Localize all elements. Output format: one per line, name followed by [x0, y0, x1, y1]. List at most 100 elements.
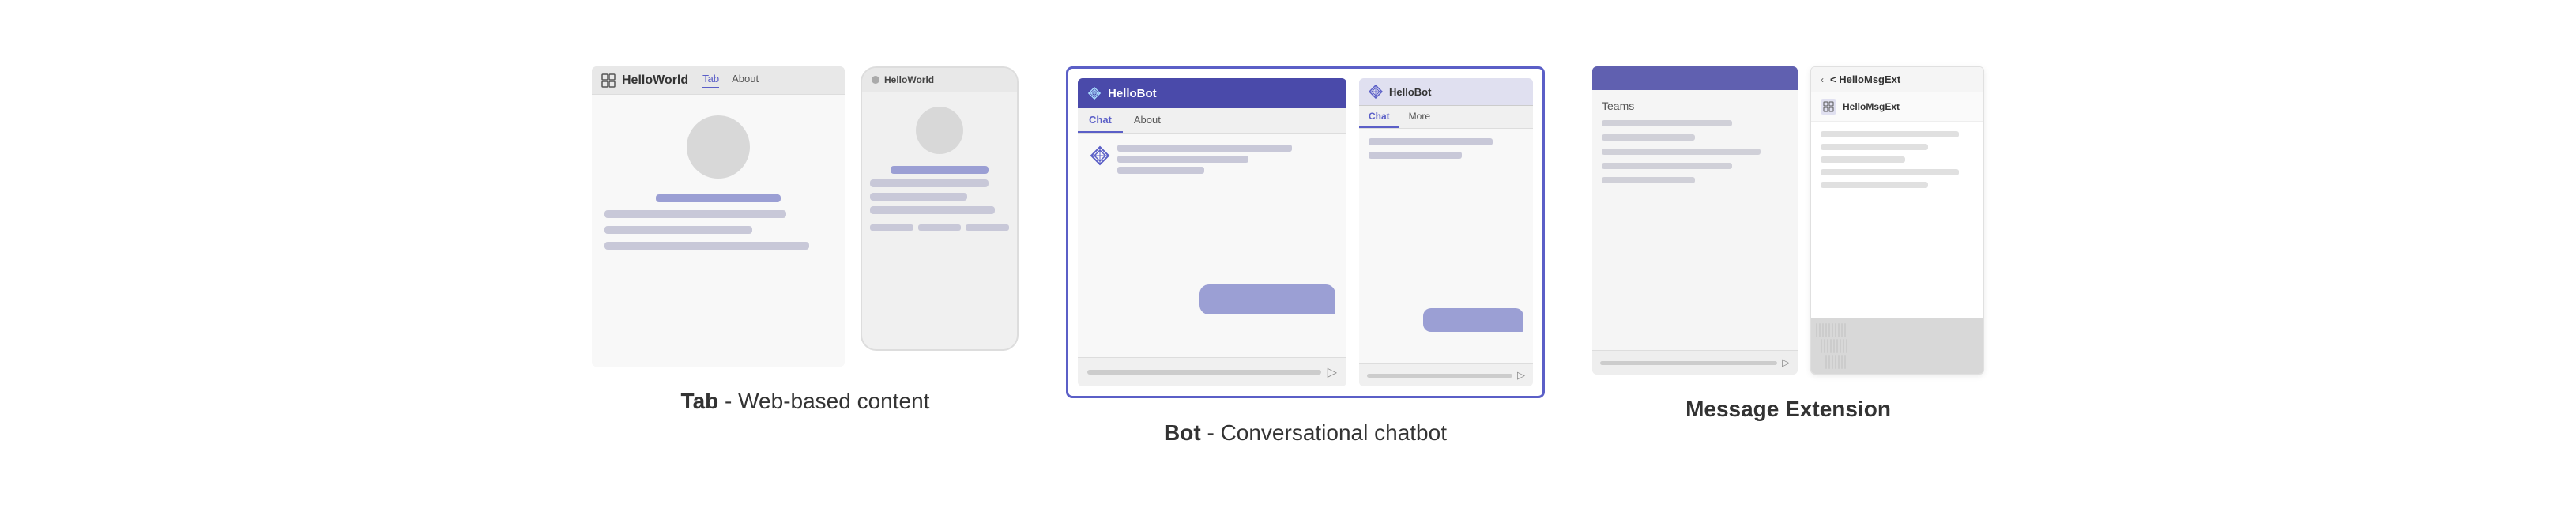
- bot-phone-window: HelloBot Chat More ▷: [1359, 78, 1533, 386]
- key-m[interactable]: [1844, 355, 1846, 369]
- tab-nav-tab-about[interactable]: About: [732, 73, 759, 88]
- teams-body: Teams: [1592, 90, 1798, 350]
- bot-message-1: [1089, 145, 1335, 174]
- teams-bar-5: [1602, 177, 1695, 183]
- bot-input-row: ▷: [1078, 357, 1346, 386]
- key-l[interactable]: [1846, 339, 1847, 353]
- msgext-section: Teams ▷ ‹ < HelloMsgExt: [1592, 66, 1984, 422]
- tab-phone-footer-bar-1: [870, 224, 913, 231]
- msgext-popup: ‹ < HelloMsgExt HelloMsgExt: [1810, 66, 1984, 375]
- tab-app-title: HelloWorld: [622, 73, 688, 88]
- keyboard-row-3: [1816, 355, 1979, 369]
- msgext-popup-subheader: HelloMsgExt: [1811, 92, 1983, 122]
- keyboard-row-1: [1816, 323, 1979, 337]
- teams-bar-3: [1602, 149, 1761, 155]
- key-u[interactable]: [1835, 323, 1836, 337]
- key-o[interactable]: [1841, 323, 1843, 337]
- bot-phone-send-icon[interactable]: ▷: [1517, 369, 1525, 382]
- key-q[interactable]: [1816, 323, 1817, 337]
- send-icon[interactable]: ▷: [1328, 364, 1337, 380]
- bot-msg-bubble-1: [1117, 145, 1335, 174]
- bot-phone-body: [1359, 129, 1533, 363]
- key-b[interactable]: [1838, 355, 1840, 369]
- tab-placeholder-bar-1: [656, 194, 781, 202]
- msgext-label-bold: Message Extension: [1685, 397, 1891, 421]
- tab-app-icon: [601, 73, 616, 88]
- bot-tab-chat[interactable]: Chat: [1078, 108, 1123, 133]
- bot-user-bubble: [1199, 284, 1335, 314]
- key-h[interactable]: [1836, 339, 1838, 353]
- tab-phone-body: [862, 92, 1017, 349]
- key-w[interactable]: [1819, 323, 1821, 337]
- teams-bar-4: [1602, 163, 1732, 169]
- key-s[interactable]: [1824, 339, 1825, 353]
- msgext-sub-icon: [1821, 99, 1836, 115]
- bot-label-bold: Bot: [1164, 420, 1201, 445]
- bot-phone-tab-more[interactable]: More: [1399, 106, 1440, 128]
- bot-app-icon: [1087, 86, 1102, 100]
- tab-label: Tab - Web-based content: [681, 389, 930, 414]
- bot-titlebar: HelloBot: [1078, 78, 1346, 108]
- msgext-bar-2: [1821, 144, 1928, 150]
- tab-phone-bar-1: [870, 179, 989, 187]
- key-j[interactable]: [1840, 339, 1841, 353]
- bot-phone-bar-1: [1369, 138, 1493, 145]
- bot-app-title: HelloBot: [1108, 87, 1157, 100]
- teams-sidebar-label: Teams: [1602, 100, 1788, 112]
- key-a[interactable]: [1821, 339, 1822, 353]
- tab-windows: HelloWorld Tab About: [592, 66, 1019, 367]
- key-t[interactable]: [1828, 323, 1830, 337]
- teams-bar-1: [1602, 120, 1732, 126]
- key-x[interactable]: [1828, 355, 1830, 369]
- teams-bar-2: [1602, 134, 1695, 141]
- bot-desktop-window: HelloBot Chat About: [1078, 78, 1346, 386]
- msgext-keyboard: [1811, 318, 1983, 374]
- keyboard-row-2: [1816, 339, 1979, 353]
- bot-avatar: [1089, 145, 1111, 167]
- tab-nav-tabs: Tab About: [702, 73, 759, 88]
- tab-placeholder-bar-3: [604, 226, 752, 234]
- msgext-bar-3: [1821, 156, 1905, 163]
- bot-phone-tab-chat[interactable]: Chat: [1359, 106, 1399, 128]
- bot-phone-titlebar: HelloBot: [1359, 78, 1533, 106]
- back-icon[interactable]: ‹: [1821, 74, 1824, 85]
- msgext-bar-4: [1821, 169, 1959, 175]
- bot-input-bar[interactable]: [1087, 370, 1321, 375]
- tab-phone-titlebar: HelloWorld: [862, 68, 1017, 92]
- tab-placeholder-bar-4: [604, 242, 809, 250]
- tab-desktop-window: HelloWorld Tab About: [592, 66, 845, 367]
- key-k[interactable]: [1843, 339, 1844, 353]
- main-container: HelloWorld Tab About: [0, 51, 2576, 461]
- key-d[interactable]: [1827, 339, 1828, 353]
- key-e[interactable]: [1822, 323, 1824, 337]
- key-r[interactable]: [1825, 323, 1827, 337]
- key-c[interactable]: [1832, 355, 1833, 369]
- tab-section: HelloWorld Tab About: [592, 66, 1019, 414]
- key-y[interactable]: [1832, 323, 1833, 337]
- key-i[interactable]: [1838, 323, 1840, 337]
- msgext-sub-title: HelloMsgExt: [1843, 101, 1900, 112]
- bot-phone-spacer-2: [1369, 338, 1523, 354]
- tab-nav-tab-tab[interactable]: Tab: [702, 73, 719, 88]
- tab-phone-title: HelloWorld: [884, 74, 934, 85]
- key-z[interactable]: [1825, 355, 1827, 369]
- tab-phone-window: HelloWorld: [861, 66, 1019, 351]
- tab-titlebar: HelloWorld Tab About: [592, 66, 845, 95]
- key-p[interactable]: [1844, 323, 1846, 337]
- teams-send-icon[interactable]: ▷: [1782, 356, 1790, 369]
- key-f[interactable]: [1830, 339, 1832, 353]
- tab-desktop-body: [592, 95, 845, 367]
- bot-bar-2: [1117, 156, 1248, 163]
- bot-tab-about[interactable]: About: [1123, 108, 1172, 133]
- tab-phone-bar-3: [870, 206, 995, 214]
- key-g[interactable]: [1833, 339, 1835, 353]
- msgext-label: Message Extension: [1685, 397, 1891, 422]
- bot-phone-input-bar[interactable]: [1367, 374, 1512, 378]
- msgext-bar-5: [1821, 182, 1928, 188]
- tab-phone-footer-bar-2: [918, 224, 962, 231]
- key-v[interactable]: [1835, 355, 1836, 369]
- tab-label-rest: - Web-based content: [718, 389, 929, 413]
- teams-compose-bar[interactable]: [1600, 361, 1777, 365]
- teams-window: Teams ▷: [1592, 66, 1798, 375]
- key-n[interactable]: [1841, 355, 1843, 369]
